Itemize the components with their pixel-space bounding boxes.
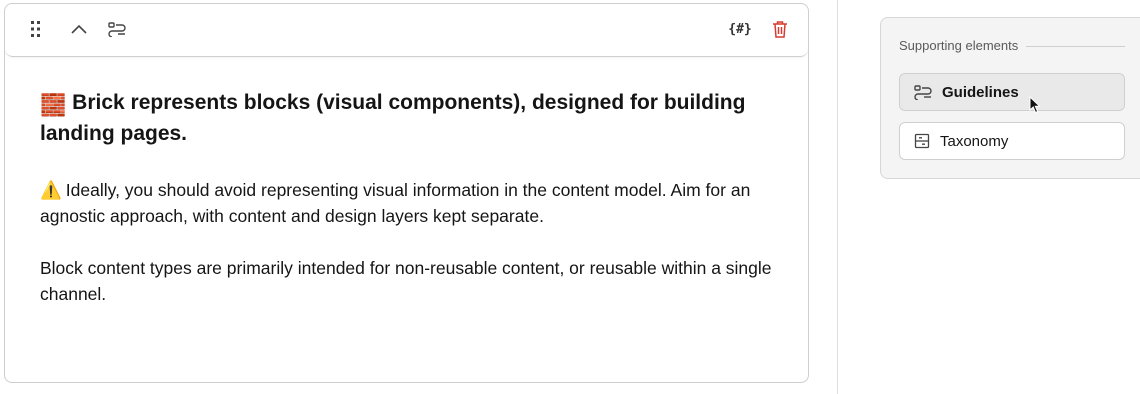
- editor-toolbar: {#}: [5, 4, 808, 57]
- panel-divider: [837, 0, 838, 394]
- drag-handle-icon[interactable]: [25, 18, 47, 40]
- content-type-editor-card: {#} 🧱 Brick represents blocks (visual com…: [4, 3, 809, 383]
- guidelines-label: Guidelines: [942, 83, 1019, 101]
- curly-hash-icon[interactable]: {#}: [725, 18, 755, 40]
- guidelines-heading: 🧱 Brick represents blocks (visual compone…: [40, 89, 785, 148]
- title-rule: [1026, 46, 1125, 47]
- warning-paragraph: ⚠️ Ideally, you should avoid representing…: [40, 177, 785, 229]
- guidelines-icon: [914, 84, 932, 100]
- taxonomy-icon: [914, 133, 930, 149]
- warning-emoji-icon: ⚠️: [40, 180, 62, 200]
- brick-emoji-icon: 🧱: [40, 94, 67, 117]
- heading-text: Brick represents blocks (visual componen…: [40, 91, 746, 145]
- guidelines-icon[interactable]: [106, 18, 128, 40]
- collapse-chevron-up-icon[interactable]: [68, 18, 90, 40]
- warning-text: Ideally, you should avoid representing v…: [40, 180, 751, 226]
- taxonomy-button[interactable]: Taxonomy: [899, 122, 1125, 160]
- info-paragraph: Block content types are primarily intend…: [40, 258, 772, 304]
- snippet-label: {#}: [728, 21, 752, 37]
- trash-icon[interactable]: [769, 18, 791, 40]
- guidelines-button[interactable]: Guidelines: [899, 73, 1125, 111]
- supporting-elements-panel: Supporting elements Guidelines Taxonomy: [880, 17, 1140, 179]
- panel-title: Supporting elements: [899, 38, 1019, 53]
- guidelines-content: 🧱 Brick represents blocks (visual compone…: [40, 89, 785, 307]
- mouse-pointer-icon: [1029, 95, 1041, 119]
- taxonomy-label: Taxonomy: [940, 132, 1009, 150]
